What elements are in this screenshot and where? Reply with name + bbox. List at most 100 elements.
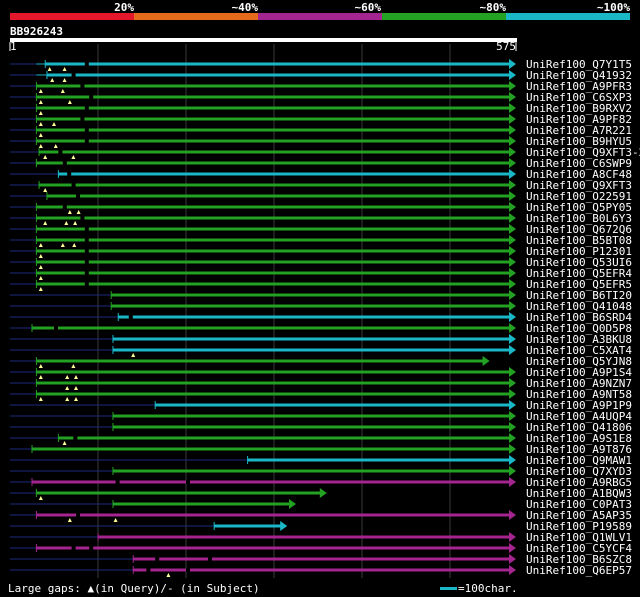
subject-gap bbox=[67, 172, 72, 176]
query-gap-marker bbox=[67, 210, 72, 214]
hit-bar bbox=[112, 469, 511, 473]
hit-bar bbox=[98, 535, 510, 539]
scale-segment-5 bbox=[506, 13, 630, 20]
hit-end-arrow bbox=[509, 125, 516, 135]
hit-bar bbox=[58, 172, 511, 176]
subject-gap bbox=[84, 282, 89, 286]
scale-label-80: ~80% bbox=[480, 1, 507, 14]
hit-label[interactable]: UniRef100_Q6EP57 bbox=[526, 564, 632, 577]
hit-bar bbox=[36, 227, 511, 231]
subject-gap bbox=[208, 557, 212, 561]
query-gap-marker bbox=[67, 518, 72, 522]
hit-bar bbox=[36, 84, 511, 88]
subject-gap bbox=[80, 216, 85, 220]
hit-bar bbox=[112, 414, 511, 418]
subject-gap bbox=[84, 227, 89, 231]
hit-end-arrow bbox=[509, 268, 516, 278]
hit-end-arrow bbox=[509, 147, 516, 157]
hit-end-arrow bbox=[280, 521, 288, 531]
subject-gap bbox=[89, 546, 94, 550]
query-gap-marker bbox=[43, 221, 48, 225]
query-gap-marker bbox=[65, 386, 70, 390]
query-gap-marker bbox=[64, 221, 69, 225]
hit-bar bbox=[36, 370, 511, 374]
query-gap-marker bbox=[38, 287, 43, 291]
hit-bar bbox=[32, 326, 510, 330]
subject-gap bbox=[73, 436, 78, 440]
subject-gap bbox=[80, 117, 85, 121]
hit-end-arrow bbox=[509, 169, 516, 179]
hit-bar bbox=[32, 480, 510, 484]
hit-bar bbox=[247, 458, 510, 462]
hit-bar bbox=[36, 359, 484, 363]
hit-row[interactable]: UniRef100_Q6EP57 bbox=[10, 564, 632, 577]
hit-bar bbox=[111, 293, 510, 297]
subject-gap bbox=[71, 73, 76, 77]
hit-end-arrow bbox=[509, 312, 516, 322]
query-gap-marker bbox=[38, 364, 43, 368]
query-gap-marker bbox=[38, 375, 43, 379]
hit-end-arrow bbox=[509, 59, 516, 69]
hit-bar bbox=[36, 238, 511, 242]
hit-end-arrow bbox=[509, 191, 516, 201]
query-gap-marker bbox=[72, 243, 77, 247]
hit-end-arrow bbox=[509, 224, 516, 234]
subject-gap bbox=[71, 546, 76, 550]
query-gap-marker bbox=[113, 518, 118, 522]
hit-bar bbox=[36, 205, 511, 209]
scale-segment-3 bbox=[258, 13, 382, 20]
hit-bar bbox=[45, 62, 510, 66]
hit-bar bbox=[36, 282, 511, 286]
query-gap-marker bbox=[43, 155, 48, 159]
hit-end-arrow bbox=[509, 466, 516, 476]
hit-end-arrow bbox=[509, 213, 516, 223]
scale-label-100: ~100% bbox=[597, 1, 630, 14]
query-gap-marker bbox=[38, 397, 43, 401]
subject-gap bbox=[186, 480, 190, 484]
query-gap-marker bbox=[74, 375, 78, 379]
query-gap-marker bbox=[38, 133, 43, 137]
hit-bar bbox=[112, 502, 291, 506]
hit-bar bbox=[36, 128, 511, 132]
subject-gap bbox=[84, 128, 89, 132]
scale-legend-text: =100char. bbox=[458, 582, 518, 595]
hit-end-arrow bbox=[509, 257, 516, 267]
query-gap-marker bbox=[67, 100, 72, 104]
hit-end-arrow bbox=[509, 92, 516, 102]
hit-bar bbox=[36, 95, 511, 99]
query-gap-marker bbox=[76, 210, 81, 214]
hit-end-arrow bbox=[509, 455, 516, 465]
subject-gap bbox=[58, 150, 63, 154]
hit-bar bbox=[36, 249, 511, 253]
hit-bar bbox=[214, 524, 282, 528]
hit-end-arrow bbox=[509, 400, 516, 410]
subject-gap bbox=[128, 315, 133, 319]
subject-gap bbox=[62, 205, 67, 209]
identity-color-scale: 20% ~40% ~60% ~80% ~100% bbox=[10, 1, 630, 20]
subject-gap bbox=[76, 513, 80, 517]
hit-end-arrow bbox=[509, 290, 516, 300]
subject-gap bbox=[89, 95, 94, 99]
hit-end-arrow bbox=[509, 70, 516, 80]
hit-end-arrow bbox=[509, 367, 516, 377]
blast-alignment-viewer: 20% ~40% ~60% ~80% ~100% BB926243 1 575 … bbox=[8, 1, 640, 595]
hit-end-arrow bbox=[509, 389, 516, 399]
query-gap-marker bbox=[62, 78, 67, 82]
query-gap-marker bbox=[52, 122, 56, 126]
hit-end-arrow bbox=[509, 81, 516, 91]
query-bar bbox=[10, 38, 517, 42]
subject-gap bbox=[84, 238, 89, 242]
hit-end-arrow bbox=[509, 543, 516, 553]
hit-end-arrow bbox=[509, 510, 516, 520]
query-gap-marker bbox=[71, 364, 76, 368]
query-gap-marker bbox=[38, 111, 43, 115]
hit-bar bbox=[112, 348, 511, 352]
query-gap-marker bbox=[38, 254, 43, 258]
query-gap-marker bbox=[50, 78, 55, 82]
subject-gap bbox=[62, 161, 67, 165]
hit-end-arrow bbox=[509, 433, 516, 443]
subject-gap bbox=[84, 62, 89, 66]
scale-segment-1 bbox=[10, 13, 134, 20]
hit-bar bbox=[118, 315, 511, 319]
query-gap-marker bbox=[166, 573, 171, 577]
